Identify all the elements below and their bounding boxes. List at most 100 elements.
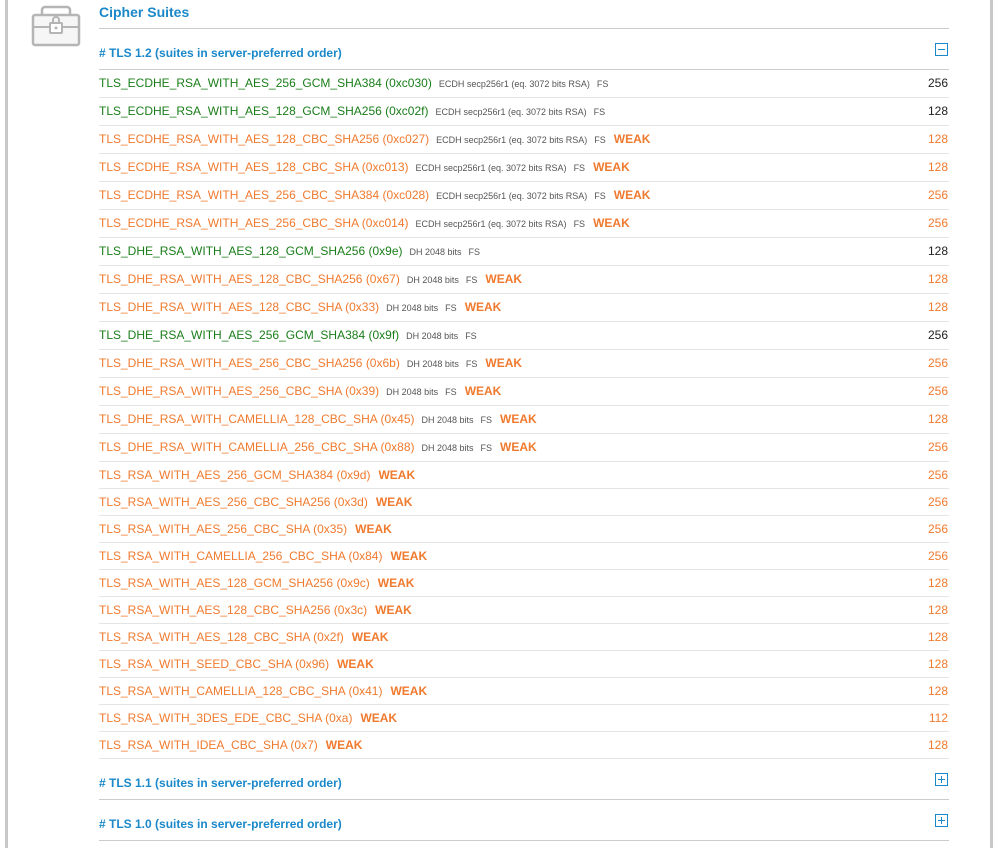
suite-code: (0xa) [325, 711, 353, 725]
weak-badge: WEAK [390, 549, 428, 563]
page-title: Cipher Suites [99, 4, 190, 20]
left-frame-border [5, 0, 8, 848]
cipher-suite-row: TLS_ECDHE_RSA_WITH_AES_128_GCM_SHA256 (0… [99, 98, 949, 126]
section-tls11[interactable]: # TLS 1.1 (suites in server-preferred or… [99, 770, 949, 800]
key-size-bits: 112 [928, 711, 948, 725]
suite-name: TLS_DHE_RSA_WITH_AES_256_CBC_SHA256 [99, 356, 363, 370]
suite-code: (0x41) [348, 684, 383, 698]
cipher-suite-row: TLS_RSA_WITH_AES_128_CBC_SHA (0x2f) WEAK 1… [99, 624, 949, 651]
suite-code: (0x84) [348, 549, 383, 563]
weak-badge: WEAK [593, 160, 630, 174]
weak-badge: WEAK [355, 522, 392, 536]
key-size-bits: 128 [927, 576, 948, 590]
cipher-suite-row: TLS_DHE_RSA_WITH_AES_128_GCM_SHA256 (0x9… [99, 238, 949, 266]
suite-name: TLS_RSA_WITH_CAMELLIA_128_CBC_SHA [99, 684, 346, 698]
suite-code: (0x9d) [336, 468, 371, 482]
key-size-bits: 128 [927, 244, 948, 258]
section-divider [99, 840, 949, 841]
cipher-suite-row: TLS_DHE_RSA_WITH_AES_256_GCM_SHA384 (0x9… [99, 322, 949, 350]
expand-icon[interactable] [935, 773, 948, 786]
cipher-suite-row: TLS_ECDHE_RSA_WITH_AES_256_GCM_SHA384 (0… [99, 70, 949, 98]
suite-name: TLS_RSA_WITH_AES_128_CBC_SHA [99, 630, 310, 644]
suite-code: (0xc014) [361, 216, 409, 230]
suite-code: (0x9f) [368, 328, 400, 342]
suite-code: (0xc013) [361, 160, 409, 174]
cipher-suite-row: TLS_DHE_RSA_WITH_AES_128_CBC_SHA (0x33) D… [99, 294, 949, 322]
key-exchange-info: ECDH secp256r1 (eq. 3072 bits RSA) [436, 135, 588, 145]
suite-name: TLS_ECDHE_RSA_WITH_AES_256_CBC_SHA [99, 216, 359, 230]
suite-code: (0x9e) [368, 244, 403, 258]
suite-name: TLS_ECDHE_RSA_WITH_AES_256_CBC_SHA384 [99, 188, 380, 202]
suite-code: (0xc028) [382, 188, 430, 202]
key-exchange-info: DH 2048 bits [421, 443, 474, 453]
weak-badge: WEAK [464, 384, 502, 398]
forward-secrecy-badge: FS [445, 303, 457, 313]
suite-name: TLS_RSA_WITH_AES_256_GCM_SHA384 [99, 468, 334, 482]
key-size-bits: 128 [927, 738, 948, 752]
key-size-bits: 128 [927, 132, 948, 146]
section-tls10-label[interactable]: # TLS 1.0 (suites in server-preferred or… [99, 817, 342, 831]
key-exchange-info: ECDH secp256r1 (eq. 3072 bits RSA) [415, 163, 567, 173]
key-size-bits: 128 [927, 300, 948, 314]
key-exchange-info: ECDH secp256r1 (eq. 3072 bits RSA) [415, 219, 567, 229]
cipher-suite-row: TLS_DHE_RSA_WITH_AES_256_CBC_SHA (0x39) D… [99, 378, 949, 406]
weak-badge: WEAK [351, 630, 389, 644]
section-tls11-label[interactable]: # TLS 1.1 (suites in server-preferred or… [99, 776, 342, 790]
forward-secrecy-badge: FS [480, 415, 493, 425]
key-size-bits: 256 [927, 216, 948, 230]
key-exchange-info: DH 2048 bits [386, 387, 439, 397]
key-size-bits: 128 [927, 104, 948, 118]
key-size-bits: 256 [927, 549, 948, 563]
key-exchange-info: DH 2048 bits [386, 303, 439, 313]
suite-code: (0xc02f) [385, 104, 429, 118]
key-size-bits: 256 [927, 76, 948, 90]
section-tls10[interactable]: # TLS 1.0 (suites in server-preferred or… [99, 811, 949, 841]
forward-secrecy-badge: FS [573, 219, 586, 229]
cipher-suite-row: TLS_ECDHE_RSA_WITH_AES_128_CBC_SHA256 (0… [99, 126, 949, 154]
suite-code: (0x3d) [333, 495, 368, 509]
cipher-suite-row: TLS_RSA_WITH_AES_128_GCM_SHA256 (0x9c) WE… [99, 570, 949, 597]
key-size-bits: 128 [927, 160, 948, 174]
suite-name: TLS_DHE_RSA_WITH_CAMELLIA_128_CBC_SHA [99, 412, 378, 426]
forward-secrecy-badge: FS [465, 275, 478, 285]
suite-code: (0x3c) [333, 603, 368, 617]
key-exchange-info: DH 2048 bits [406, 331, 459, 341]
suite-code: (0x67) [365, 272, 400, 286]
key-size-bits: 256 [927, 440, 948, 454]
suite-name: TLS_ECDHE_RSA_WITH_AES_128_GCM_SHA256 [99, 104, 382, 118]
cipher-suite-row: TLS_RSA_WITH_AES_256_CBC_SHA (0x35) WEAK 2… [99, 516, 949, 543]
suite-name: TLS_DHE_RSA_WITH_CAMELLIA_256_CBC_SHA [99, 440, 378, 454]
key-exchange-info: ECDH secp256r1 (eq. 3072 bits RSA) [435, 107, 587, 117]
suite-name: TLS_RSA_WITH_SEED_CBC_SHA [99, 657, 292, 671]
key-exchange-info: DH 2048 bits [421, 415, 474, 425]
key-size-bits: 256 [927, 188, 948, 202]
expand-icon[interactable] [935, 814, 948, 827]
weak-badge: WEAK [378, 468, 416, 482]
cipher-suite-row: TLS_RSA_WITH_AES_256_GCM_SHA384 (0x9d) WE… [99, 462, 949, 489]
cipher-suite-list: TLS_ECDHE_RSA_WITH_AES_256_GCM_SHA384 (0… [99, 70, 949, 759]
weak-badge: WEAK [377, 576, 415, 590]
suite-name: TLS_RSA_WITH_AES_256_CBC_SHA [99, 522, 310, 536]
cipher-suite-row: TLS_ECDHE_RSA_WITH_AES_256_CBC_SHA384 (0… [99, 182, 949, 210]
weak-badge: WEAK [390, 684, 428, 698]
suite-code: (0x2f) [313, 630, 344, 644]
cipher-suite-row: TLS_RSA_WITH_CAMELLIA_256_CBC_SHA (0x84)… [99, 543, 949, 570]
forward-secrecy-badge: FS [465, 359, 478, 369]
section-tls12[interactable]: # TLS 1.2 (suites in server-preferred or… [99, 40, 949, 70]
cipher-suite-row: TLS_RSA_WITH_AES_256_CBC_SHA256 (0x3d) WE… [99, 489, 949, 516]
collapse-icon[interactable] [935, 43, 948, 56]
weak-badge: WEAK [375, 603, 412, 617]
key-size-bits: 256 [927, 468, 948, 482]
suite-code: (0x35) [313, 522, 348, 536]
forward-secrecy-badge: FS [594, 191, 606, 201]
suite-code: (0x9c) [336, 576, 370, 590]
forward-secrecy-badge: FS [480, 443, 493, 453]
cipher-suite-row: TLS_ECDHE_RSA_WITH_AES_128_CBC_SHA (0xc0… [99, 154, 949, 182]
suite-code: (0x96) [295, 657, 330, 671]
key-size-bits: 256 [927, 384, 948, 398]
section-tls12-label[interactable]: # TLS 1.2 (suites in server-preferred or… [99, 46, 342, 60]
key-exchange-info: ECDH secp256r1 (eq. 3072 bits RSA) [438, 79, 590, 89]
suite-code: (0xc030) [385, 76, 432, 90]
suite-name: TLS_ECDHE_RSA_WITH_AES_128_CBC_SHA [99, 160, 359, 174]
suite-name: TLS_RSA_WITH_IDEA_CBC_SHA [99, 738, 288, 752]
